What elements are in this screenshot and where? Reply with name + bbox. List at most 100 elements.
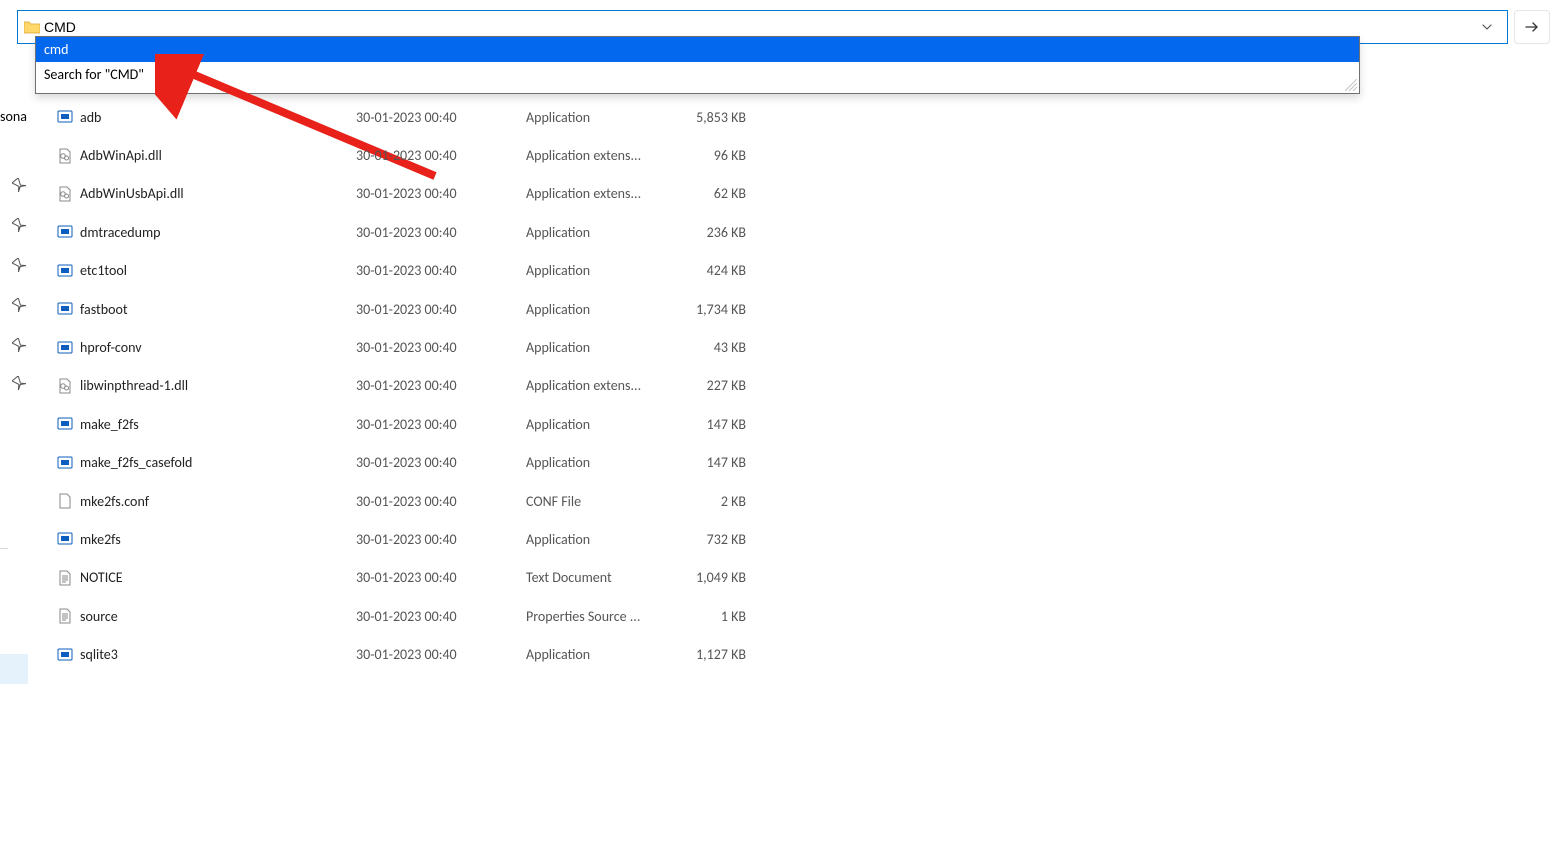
file-date: 30-01-2023 00:40: [356, 262, 526, 279]
file-name: make_f2fs_casefold: [80, 454, 192, 471]
file-name: AdbWinUsbApi.dll: [80, 185, 184, 202]
file-size: 1,734 KB: [686, 301, 746, 318]
file-date: 30-01-2023 00:40: [356, 454, 526, 471]
pin-icon: [12, 338, 26, 352]
file-row[interactable]: NOTICE30-01-2023 00:40Text Document1,049…: [56, 559, 1555, 597]
file-name: NOTICE: [80, 569, 123, 586]
file-date: 30-01-2023 00:40: [356, 416, 526, 433]
file-date: 30-01-2023 00:40: [356, 301, 526, 318]
file-size: 62 KB: [686, 185, 746, 202]
file-name: dmtracedump: [80, 224, 161, 241]
file-row[interactable]: hprof-conv30-01-2023 00:40Application43 …: [56, 328, 1555, 366]
pin-icon: [12, 178, 26, 192]
file-row[interactable]: mke2fs.conf30-01-2023 00:40CONF File2 KB: [56, 482, 1555, 520]
app-file-icon: [56, 262, 74, 280]
file-list: adb30-01-2023 00:40Application5,853 KBAd…: [56, 98, 1555, 867]
file-date: 30-01-2023 00:40: [356, 377, 526, 394]
file-type: Application extens...: [526, 147, 686, 164]
file-date: 30-01-2023 00:40: [356, 339, 526, 356]
resize-grip-icon[interactable]: [1345, 79, 1357, 91]
file-size: 2 KB: [686, 493, 746, 510]
file-size: 1,127 KB: [686, 646, 746, 663]
file-date: 30-01-2023 00:40: [356, 493, 526, 510]
file-type: Application extens...: [526, 377, 686, 394]
chevron-down-icon[interactable]: [1473, 21, 1501, 33]
file-size: 732 KB: [686, 531, 746, 548]
file-name: mke2fs: [80, 531, 121, 548]
file-row[interactable]: make_f2fs30-01-2023 00:40Application147 …: [56, 405, 1555, 443]
app-file-icon: [56, 454, 74, 472]
dll-file-icon: [56, 185, 74, 203]
file-type: Application: [526, 416, 686, 433]
file-date: 30-01-2023 00:40: [356, 646, 526, 663]
go-button[interactable]: [1514, 10, 1550, 44]
app-file-icon: [56, 415, 74, 433]
app-file-icon: [56, 339, 74, 357]
file-size: 424 KB: [686, 262, 746, 279]
file-row[interactable]: source 30-01-2023 00:40Properties Source …: [56, 597, 1555, 635]
file-row[interactable]: fastboot 30-01-2023 00:40Application1,734…: [56, 290, 1555, 328]
file-date: 30-01-2023 00:40: [356, 224, 526, 241]
autocomplete-item-selected[interactable]: cmd: [36, 37, 1359, 62]
file-type: Application: [526, 224, 686, 241]
text-file-icon: [56, 607, 74, 625]
file-row[interactable]: sqlite3 30-01-2023 00:40Application1,127 …: [56, 635, 1555, 673]
app-file-icon: [56, 223, 74, 241]
sidebar: sona: [0, 98, 30, 698]
file-row[interactable]: libwinpthread-1.dll 30-01-2023 00:40Appli…: [56, 367, 1555, 405]
file-size: 96 KB: [686, 147, 746, 164]
file-type: Application: [526, 109, 686, 126]
file-type: Application: [526, 262, 686, 279]
text-file-icon: [56, 569, 74, 587]
file-size: 227 KB: [686, 377, 746, 394]
autocomplete-search-item[interactable]: Search for "CMD": [36, 62, 1359, 87]
file-size: 147 KB: [686, 416, 746, 433]
pin-icon: [12, 376, 26, 390]
file-type: Application: [526, 646, 686, 663]
address-input[interactable]: [40, 18, 1473, 36]
file-size: 1 KB: [686, 608, 746, 625]
file-type: Application: [526, 454, 686, 471]
file-date: 30-01-2023 00:40: [356, 608, 526, 625]
pin-icon: [12, 258, 26, 272]
file-type: Application extens...: [526, 185, 686, 202]
app-file-icon: [56, 300, 74, 318]
file-name: mke2fs.conf: [80, 493, 149, 510]
file-row[interactable]: dmtracedump 30-01-2023 00:40Application23…: [56, 213, 1555, 251]
file-size: 1,049 KB: [686, 569, 746, 586]
file-name: sqlite3: [80, 646, 118, 663]
file-row[interactable]: make_f2fs_casefold 30-01-2023 00:40Applic…: [56, 444, 1555, 482]
file-name: etc1tool: [80, 262, 127, 279]
file-file-icon: [56, 492, 74, 510]
dll-file-icon: [56, 147, 74, 165]
file-date: 30-01-2023 00:40: [356, 147, 526, 164]
sidebar-item-active[interactable]: [0, 654, 28, 684]
file-row[interactable]: adb30-01-2023 00:40Application5,853 KB: [56, 98, 1555, 136]
dll-file-icon: [56, 377, 74, 395]
file-type: Application: [526, 531, 686, 548]
app-file-icon: [56, 646, 74, 664]
file-date: 30-01-2023 00:40: [356, 109, 526, 126]
file-date: 30-01-2023 00:40: [356, 569, 526, 586]
file-size: 147 KB: [686, 454, 746, 471]
file-name: source: [80, 608, 118, 625]
file-row[interactable]: AdbWinUsbApi.dll 30-01-2023 00:40Applicat…: [56, 175, 1555, 213]
file-name: AdbWinApi.dll: [80, 147, 162, 164]
file-date: 30-01-2023 00:40: [356, 531, 526, 548]
folder-icon: [24, 20, 40, 34]
file-size: 43 KB: [686, 339, 746, 356]
app-file-icon: [56, 530, 74, 548]
file-type: Properties Source ...: [526, 608, 686, 625]
sidebar-label: sona: [0, 108, 27, 125]
file-name: libwinpthread-1.dll: [80, 377, 188, 394]
address-autocomplete: cmd Search for "CMD": [35, 36, 1360, 94]
app-file-icon: [56, 108, 74, 126]
file-row[interactable]: etc1tool 30-01-2023 00:40Application424 K…: [56, 252, 1555, 290]
file-name: fastboot: [80, 301, 128, 318]
file-row[interactable]: AdbWinApi.dll 30-01-2023 00:40Application…: [56, 136, 1555, 174]
file-size: 236 KB: [686, 224, 746, 241]
pin-icon: [12, 298, 26, 312]
file-date: 30-01-2023 00:40: [356, 185, 526, 202]
file-row[interactable]: mke2fs 30-01-2023 00:40Application732 KB: [56, 520, 1555, 558]
file-type: Application: [526, 301, 686, 318]
